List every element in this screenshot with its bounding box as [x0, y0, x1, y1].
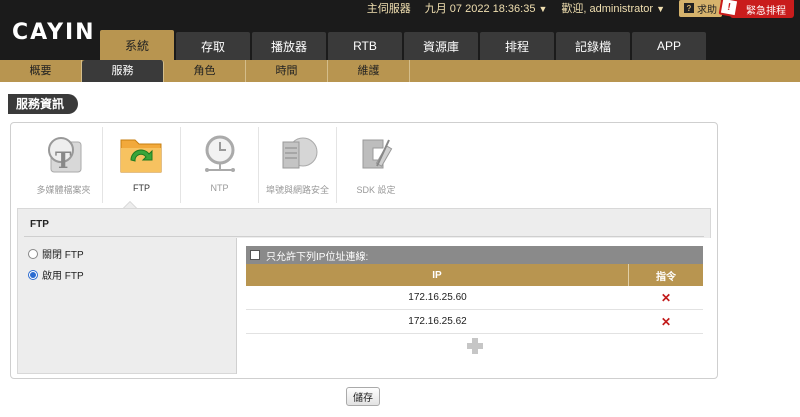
add-icon[interactable] [466, 338, 483, 354]
chevron-down-icon: ▼ [538, 4, 548, 14]
ftp-settings-area: FTP 關閉 FTP 啟用 FTP 只允許下列IP位址連線: IP 指令 172… [17, 208, 712, 374]
service-icon-row: T 多媒體檔案夾 FTP NTP 埠號與網路安全 SDK 設定 [25, 127, 415, 203]
subnav-roles[interactable]: 角色 [164, 60, 246, 82]
divider [24, 236, 704, 237]
ip-whitelist-box: 只允許下列IP位址連線: IP 指令 172.16.25.60 ✕ 172.16… [236, 238, 712, 374]
service-media-folder[interactable]: T 多媒體檔案夾 [25, 127, 103, 203]
disable-ftp-radio[interactable] [28, 248, 38, 259]
media-folder-icon: T [39, 131, 89, 177]
services-panel: T 多媒體檔案夾 FTP NTP 埠號與網路安全 SDK 設定 FTP 關閉 F… [10, 122, 718, 379]
service-network-security[interactable]: 埠號與網路安全 [259, 127, 337, 203]
sdk-settings-icon [351, 131, 401, 177]
subnav-overview[interactable]: 概要 [0, 60, 82, 82]
tab-library[interactable]: 資源庫 [404, 32, 478, 60]
subnav-maintenance[interactable]: 維護 [328, 60, 410, 82]
app-header: CAYIN 主伺服器 九月 07 2022 18:36:35 ▼ 歡迎, admi… [0, 0, 800, 60]
top-status-bar: 主伺服器 九月 07 2022 18:36:35 ▼ 歡迎, administra… [366, 0, 722, 17]
tab-access[interactable]: 存取 [176, 32, 250, 60]
ip-cell: 172.16.25.60 [408, 292, 467, 303]
cayin-logo: CAYIN [12, 20, 96, 45]
delete-icon[interactable]: ✕ [629, 286, 703, 309]
subnav-time[interactable]: 時間 [246, 60, 328, 82]
allow-ip-bar: 只允許下列IP位址連線: [246, 246, 703, 264]
allow-ip-checkbox[interactable] [250, 250, 260, 260]
ip-cell: 172.16.25.62 [408, 316, 467, 327]
subnav-services[interactable]: 服務 [82, 60, 164, 82]
warning-icon: ! [718, 0, 740, 18]
service-ftp[interactable]: FTP [103, 127, 181, 203]
main-tabs: 系統 存取 播放器 RTB 資源庫 排程 記錄檔 APP [100, 30, 706, 60]
tab-rtb[interactable]: RTB [328, 32, 402, 60]
server-label: 主伺服器 [366, 3, 411, 15]
question-icon: ? [684, 3, 694, 13]
service-sdk[interactable]: SDK 設定 [337, 127, 415, 203]
delete-icon[interactable]: ✕ [629, 310, 703, 333]
disable-ftp-option[interactable]: 關閉 FTP [28, 246, 84, 261]
tab-player[interactable]: 播放器 [252, 32, 326, 60]
svg-text:T: T [55, 148, 72, 174]
table-row: 172.16.25.60 ✕ [246, 286, 703, 310]
service-ntp[interactable]: NTP [181, 127, 259, 203]
user-menu[interactable]: 歡迎, administrator ▼ [561, 0, 665, 16]
ftp-folder-icon [117, 131, 167, 177]
page-title: 服務資訊 [8, 94, 79, 114]
datetime-dropdown[interactable]: 九月 07 2022 18:36:35 ▼ [425, 0, 548, 16]
sub-nav: 概要 服務 角色 時間 維護 [0, 60, 800, 82]
emergency-schedule-button[interactable]: ! 緊急排程 [718, 0, 794, 18]
tab-system[interactable]: 系統 [100, 30, 174, 60]
table-row: 172.16.25.62 ✕ [246, 310, 703, 334]
tab-app[interactable]: APP [632, 32, 706, 60]
network-security-icon [273, 131, 323, 177]
save-button[interactable]: 儲存 [346, 387, 380, 406]
tab-log[interactable]: 記錄檔 [556, 32, 630, 60]
add-ip-row [246, 334, 703, 358]
col-command: 指令 [656, 271, 676, 283]
chevron-down-icon: ▼ [656, 4, 665, 14]
tab-schedule[interactable]: 排程 [480, 32, 554, 60]
help-button[interactable]: ? 求助 [679, 0, 722, 17]
enable-ftp-radio[interactable] [28, 269, 38, 280]
enable-ftp-option[interactable]: 啟用 FTP [28, 267, 84, 282]
ftp-section-title: FTP [30, 219, 49, 230]
ip-table-header: IP 指令 [246, 264, 703, 286]
ntp-clock-icon [195, 131, 245, 177]
col-ip: IP [246, 264, 629, 286]
